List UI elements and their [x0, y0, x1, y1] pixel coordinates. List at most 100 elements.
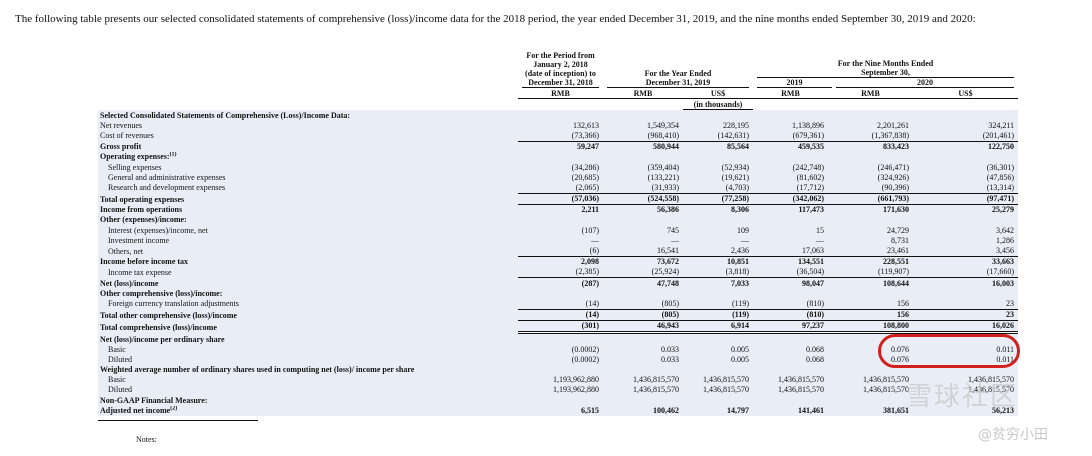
value-cell: (90,396) [828, 182, 913, 194]
value-cell: — [518, 235, 603, 246]
row-label: Weighted average number of ordinary shar… [98, 364, 518, 376]
value-cell: 109 [683, 225, 753, 236]
header-nine-months-line2: September 30, [757, 68, 1015, 78]
value-cell: 228,551 [828, 256, 913, 268]
row-label-text: Foreign currency translation adjustments [108, 299, 239, 309]
value-cell: (20,685) [518, 172, 603, 183]
value-cell: (359,404) [603, 162, 683, 173]
value-cell: (17,660) [913, 267, 1019, 279]
row-label-text: Net revenues [100, 120, 142, 130]
header-period-2018-line4: December 31, 2018 [522, 78, 599, 88]
value-cell: 580,944 [603, 141, 683, 153]
header-year-2020-short: 2020 [836, 78, 1015, 88]
value-cell: 1,549,354 [603, 120, 683, 131]
value-cell: (57,036) [518, 193, 603, 206]
units-blank-2 [603, 99, 683, 110]
row-label-text: Investment income [108, 235, 170, 245]
currency-col-3: US$ [683, 88, 753, 100]
row-label: Total operating expenses [98, 193, 518, 205]
value-cell: 3,456 [913, 245, 1019, 257]
value-cell [603, 215, 683, 226]
value-cell: 3,642 [913, 225, 1019, 236]
value-cell [518, 364, 603, 376]
value-cell: 108,800 [828, 320, 913, 335]
header-nine-months-line1: For the Nine Months Ended [837, 59, 934, 68]
value-cell: 745 [603, 225, 683, 236]
value-cell [683, 364, 753, 376]
row-label: General and administrative expenses [98, 172, 518, 183]
value-cell: 1,436,815,570 [753, 375, 828, 386]
value-cell: 0.068 [753, 354, 828, 365]
row-label-text: Total operating expenses [100, 194, 185, 204]
value-cell [828, 395, 913, 406]
value-cell: 381,651 [828, 405, 913, 416]
value-cell: 0.068 [753, 344, 828, 355]
value-cell [683, 215, 753, 226]
watermark-user: @贫穷小田 [978, 427, 1048, 443]
row-label-text: Basic [108, 344, 126, 354]
row-label-text: Diluted [108, 354, 132, 364]
value-cell: 117,473 [753, 204, 828, 216]
value-cell: 97,237 [753, 320, 828, 335]
watermark-logo: 雪球社区 [906, 382, 1019, 412]
table-row: Selling expenses (34,286) (359,404) (52,934… [98, 162, 1019, 173]
value-cell: (19,621) [683, 172, 753, 183]
row-label: Income from operations [98, 204, 518, 216]
value-cell: (4,703) [683, 182, 753, 194]
table-row: Cost of revenues (73,366) (968,410) (142,63… [98, 130, 1019, 142]
value-cell [828, 152, 913, 163]
value-cell [683, 152, 753, 163]
value-cell [753, 109, 828, 121]
value-cell: (805) [603, 309, 683, 322]
value-cell: 1,193,962,880 [518, 385, 603, 396]
value-cell: (679,361) [753, 130, 828, 142]
value-cell: (3,818) [683, 267, 753, 279]
table-row: Foreign currency translation adjustments… [98, 298, 1019, 310]
table-row: Net revenues 132,613 1,549,354 228,195 1,138… [98, 120, 1019, 131]
value-cell: 324,211 [913, 120, 1019, 131]
value-cell: 15 [753, 225, 828, 236]
value-cell [603, 332, 683, 345]
row-label: Operating expenses:(1) [98, 152, 518, 163]
value-cell [518, 109, 603, 121]
value-cell [753, 332, 828, 345]
value-cell: (661,793) [828, 193, 913, 206]
row-label: Basic [98, 375, 518, 386]
value-cell: 1,436,815,570 [603, 385, 683, 396]
table-row: Diluted 1,193,962,880 1,436,815,570 1,436,8… [98, 385, 1019, 396]
value-cell: (73,366) [518, 130, 603, 142]
value-cell [683, 332, 753, 345]
value-cell: 228,195 [683, 120, 753, 131]
value-cell: 1,436,815,570 [753, 385, 828, 396]
value-cell: 47,748 [603, 277, 683, 289]
value-cell: 156 [828, 298, 913, 310]
value-cell: 59,247 [518, 141, 603, 153]
value-cell: (77,258) [683, 193, 753, 206]
row-label-text: General and administrative expenses [108, 172, 226, 182]
value-cell: 132,613 [518, 120, 603, 131]
table-row: Other comprehensive (loss)/income: [98, 288, 1019, 299]
value-cell: (107) [518, 225, 603, 236]
value-cell: (287) [518, 277, 603, 289]
row-label: Basic [98, 344, 518, 355]
table-row: Income before income tax 2,098 73,672 10,85… [98, 256, 1019, 268]
value-cell: 134,551 [753, 256, 828, 268]
row-label: Foreign currency translation adjustments [98, 298, 518, 310]
row-label-text: Other (expenses)/income: [100, 215, 187, 225]
value-cell: 2,211 [518, 204, 603, 216]
value-cell [603, 109, 683, 121]
value-cell: (47,856) [913, 172, 1019, 183]
value-cell: 98,047 [753, 277, 828, 289]
value-cell: — [683, 235, 753, 246]
currency-col-2: RMB [603, 88, 683, 100]
value-cell: 33,663 [913, 256, 1019, 268]
units-blank-4 [828, 99, 913, 110]
header-blank-2 [98, 88, 518, 99]
table-row: Total other comprehensive (loss)/income (… [98, 309, 1019, 322]
row-label-text: Net (loss)/income per ordinary share [100, 334, 225, 344]
units-blank-3 [753, 99, 828, 110]
currency-col-4: RMB [753, 88, 828, 100]
value-cell: (36,504) [753, 267, 828, 279]
value-cell [753, 288, 828, 299]
value-cell [603, 395, 683, 406]
